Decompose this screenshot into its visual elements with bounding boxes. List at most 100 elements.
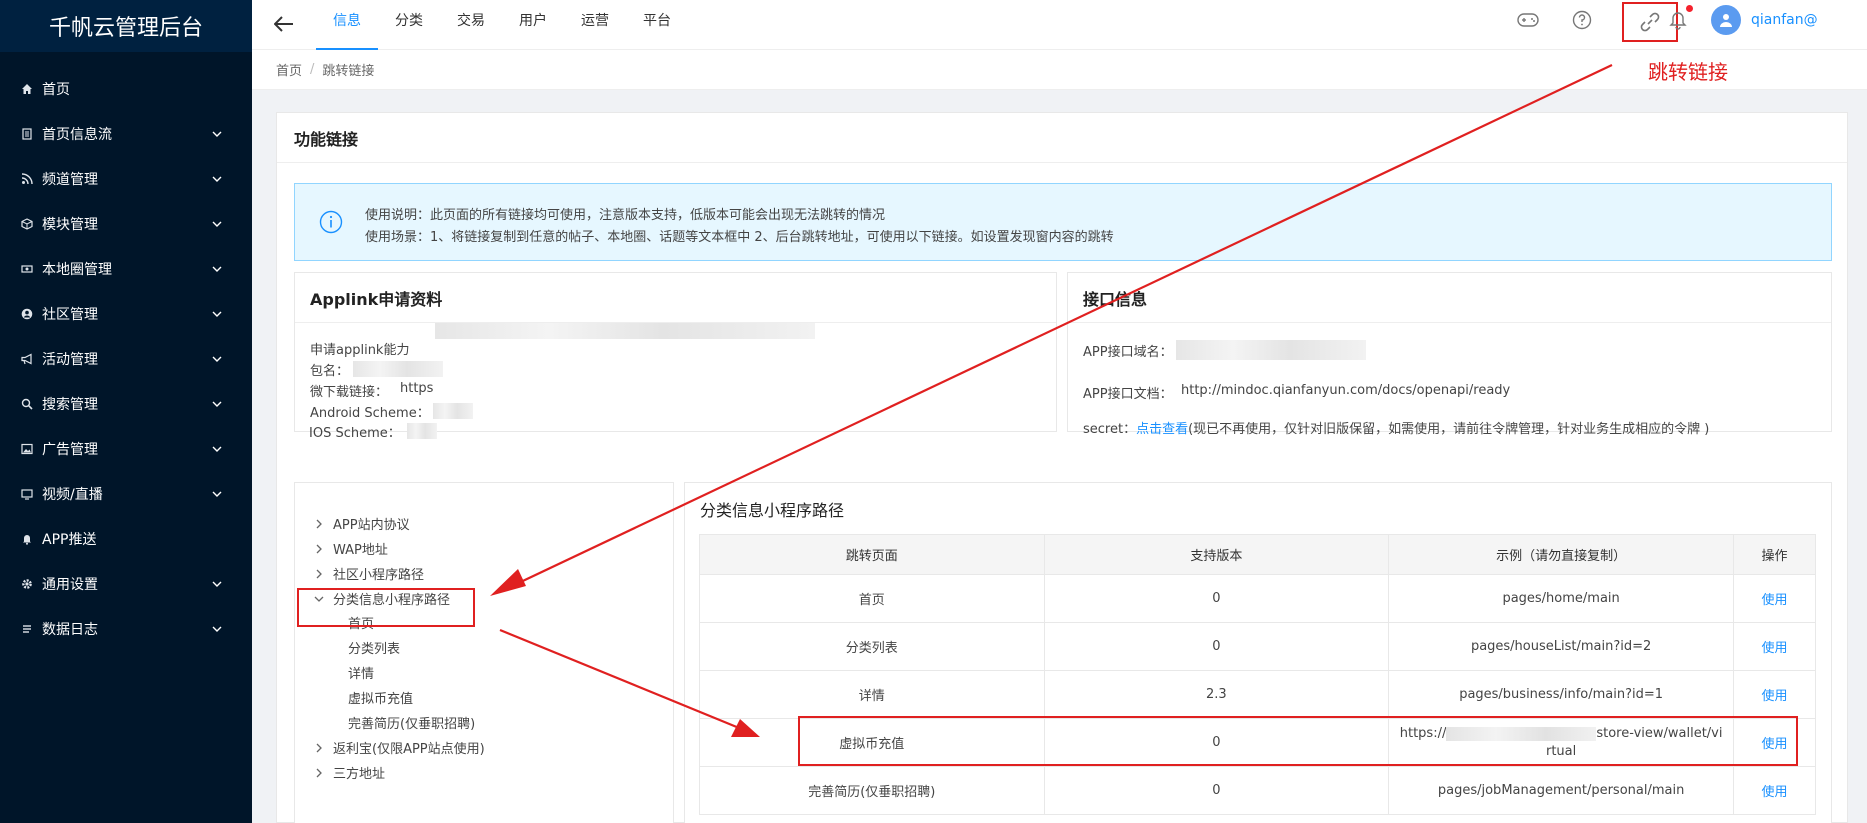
tree-child-category-list[interactable]: 分类列表 — [348, 638, 400, 657]
api-secret-note: (现已不再使用，仅针对旧版保留，如需使用，请前往令牌管理，针对业务生成相应的令牌… — [1188, 422, 1710, 437]
info-icon — [319, 210, 343, 234]
tree-node-label: 返利宝(仅限APP站点使用) — [333, 742, 485, 757]
tree-child-coin-recharge[interactable]: 虚拟币充值 — [348, 688, 413, 707]
sidebar: 千帆云管理后台 首页 首页信息流 频道管理 模块管理 本地圈管理 社区管理 活动… — [0, 0, 252, 823]
sidebar-item-channel[interactable]: 频道管理 — [0, 156, 252, 201]
cell-page: 虚拟币充值 — [699, 718, 1045, 767]
search-icon — [20, 397, 34, 411]
sidebar-item-label: 通用设置 — [42, 576, 98, 593]
tab-category[interactable]: 分类 — [378, 0, 440, 50]
rss-icon — [20, 172, 34, 186]
tree-node-app-protocol[interactable]: APP站内协议 — [313, 514, 410, 533]
column-header: 操作 — [1733, 534, 1816, 575]
sidebar-item-label: 首页 — [42, 81, 70, 98]
use-button[interactable]: 使用 — [1733, 766, 1816, 815]
breadcrumb-separator: / — [310, 62, 315, 77]
cell-example: pages/jobManagement/personal/main — [1388, 766, 1735, 815]
sidebar-item-community[interactable]: 社区管理 — [0, 291, 252, 336]
chevron-down-icon — [212, 624, 222, 634]
api-domain-label: APP接口域名： — [1083, 345, 1173, 360]
tree-node-label: WAP地址 — [333, 543, 388, 558]
tree-child-detail[interactable]: 详情 — [348, 663, 374, 682]
notice-line-2: 使用场景：1、将链接复制到任意的帖子、本地圈、话题等文本框中 2、后台跳转地址，… — [365, 230, 1114, 245]
picture-icon — [20, 442, 34, 456]
tree-node-rebate[interactable]: 返利宝(仅限APP站点使用) — [313, 738, 485, 757]
sidebar-item-push[interactable]: APP推送 — [0, 516, 252, 561]
cell-version: 2.3 — [1043, 670, 1390, 719]
applink-android-label: Android Scheme： — [310, 406, 430, 421]
tree-node-label: APP站内协议 — [333, 518, 410, 533]
use-button[interactable]: 使用 — [1733, 622, 1816, 671]
cell-page: 完善简历(仅垂职招聘) — [699, 766, 1045, 815]
tab-info[interactable]: 信息 — [316, 0, 378, 50]
help-icon[interactable] — [1570, 8, 1594, 32]
sidebar-item-feed[interactable]: 首页信息流 — [0, 111, 252, 156]
cell-version: 0 — [1043, 718, 1390, 767]
applink-title: Applink申请资料 — [295, 273, 1056, 323]
applink-card: Applink申请资料 申请applink能力 包名： 微下载链接： https… — [294, 272, 1057, 432]
example-line-2: rtual — [1545, 743, 1577, 759]
cell-page: 分类列表 — [699, 622, 1045, 671]
sidebar-item-logs[interactable]: 数据日志 — [0, 606, 252, 651]
arrow-left-icon — [274, 16, 293, 32]
sidebar-item-label: 搜索管理 — [42, 396, 98, 413]
tree-node-classified-miniapp[interactable]: 分类信息小程序路径 — [313, 589, 450, 608]
table-row: 分类列表 0 pages/houseList/main?id=2 使用 — [699, 622, 1816, 671]
home-icon — [20, 82, 34, 96]
bell-icon — [20, 532, 34, 546]
bell-icon[interactable] — [1666, 8, 1690, 32]
sidebar-item-activity[interactable]: 活动管理 — [0, 336, 252, 381]
sidebar-item-home[interactable]: 首页 — [0, 66, 252, 111]
table-row: 详情 2.3 pages/business/info/main?id=1 使用 — [699, 670, 1816, 719]
sidebar-item-search[interactable]: 搜索管理 — [0, 381, 252, 426]
username[interactable]: qianfan@ — [1751, 12, 1818, 28]
tree-node-third-party[interactable]: 三方地址 — [313, 763, 385, 782]
tree-node-label: 三方地址 — [333, 767, 386, 782]
app-title: 千帆云管理后台 — [0, 0, 252, 52]
tree-child-home[interactable]: 首页 — [348, 613, 374, 632]
tab-platform[interactable]: 平台 — [626, 0, 688, 50]
view-secret-link[interactable]: 点击查看 — [1136, 422, 1188, 437]
chevron-down-icon — [212, 129, 222, 139]
chevron-down-icon — [212, 489, 222, 499]
tab-trade[interactable]: 交易 — [440, 0, 502, 50]
use-button[interactable]: 使用 — [1733, 670, 1816, 719]
sidebar-item-module[interactable]: 模块管理 — [0, 201, 252, 246]
api-doc-label: APP接口文档： — [1083, 387, 1173, 402]
sidebar-item-label: 活动管理 — [42, 351, 98, 368]
user-icon — [1720, 14, 1732, 27]
blurred-value — [435, 323, 815, 339]
sidebar-item-label: 广告管理 — [42, 441, 98, 458]
cube-icon — [20, 217, 34, 231]
tab-user[interactable]: 用户 — [502, 0, 564, 50]
sidebar-item-video[interactable]: 视频/直播 — [0, 471, 252, 516]
use-button[interactable]: 使用 — [1733, 574, 1816, 623]
api-secret-row: secret：点击查看(现已不再使用，仅针对旧版保留，如需使用，请前往令牌管理，… — [1083, 418, 1709, 437]
sidebar-item-local[interactable]: 本地圈管理 — [0, 246, 252, 291]
sidebar-item-ads[interactable]: 广告管理 — [0, 426, 252, 471]
api-doc-url[interactable]: http://mindoc.qianfanyun.com/docs/openap… — [1181, 383, 1510, 398]
avatar[interactable] — [1711, 5, 1741, 35]
bullhorn-icon — [20, 352, 34, 366]
usage-notice: 使用说明：此页面的所有链接均可使用，注意版本支持，低版本可能会出现无法跳转的情况… — [294, 183, 1832, 261]
breadcrumb-home[interactable]: 首页 — [276, 60, 302, 79]
tree-child-resume[interactable]: 完善简历(仅垂职招聘) — [348, 713, 475, 732]
back-button[interactable] — [270, 10, 298, 38]
chevron-down-icon — [212, 399, 222, 409]
sidebar-item-settings[interactable]: 通用设置 — [0, 561, 252, 606]
use-button[interactable]: 使用 — [1733, 718, 1816, 767]
chevron-right-icon — [313, 743, 325, 753]
tree-node-wap[interactable]: WAP地址 — [313, 539, 388, 558]
chevron-right-icon — [313, 768, 325, 778]
chevron-down-icon — [212, 174, 222, 184]
path-table-title: 分类信息小程序路径 — [700, 501, 845, 520]
link-icon — [1640, 12, 1660, 32]
tab-operation[interactable]: 运营 — [564, 0, 626, 50]
gamepad-icon[interactable] — [1516, 8, 1540, 32]
applink-download-prefix: https — [400, 381, 434, 396]
tree-node-community-miniapp[interactable]: 社区小程序路径 — [313, 564, 424, 583]
sidebar-item-label: 数据日志 — [42, 621, 98, 638]
chevron-down-icon — [313, 596, 325, 602]
example-suffix: store-view/wallet/vi — [1596, 725, 1723, 741]
blurred-value — [433, 403, 473, 419]
